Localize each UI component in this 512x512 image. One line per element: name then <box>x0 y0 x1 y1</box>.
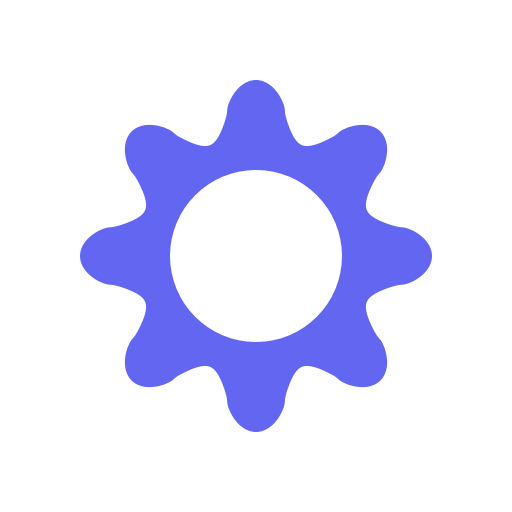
gear-center-hole <box>170 170 342 342</box>
gear-icon-svg <box>80 80 432 432</box>
icon-canvas <box>0 0 512 512</box>
gear-icon <box>0 0 512 512</box>
